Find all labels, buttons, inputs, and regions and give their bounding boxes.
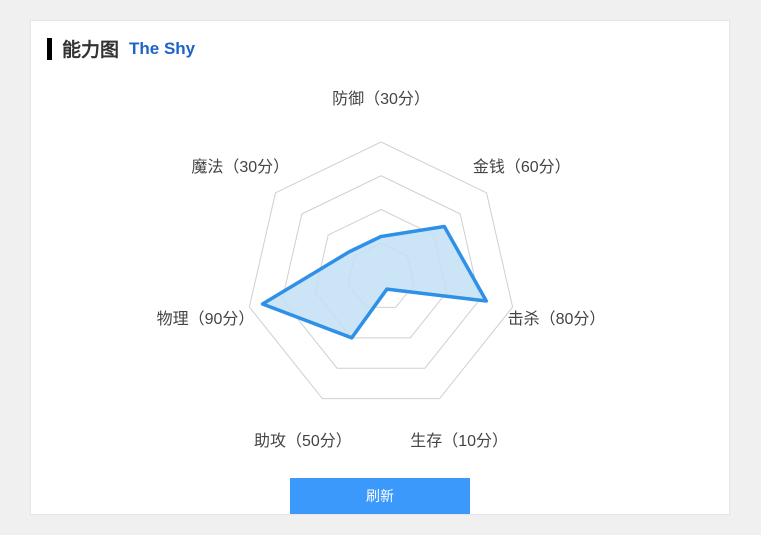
radar-chart: 防御（30分）金钱（60分）击杀（80分）生存（10分）助攻（50分）物理（90…	[31, 72, 729, 472]
card-header: 能力图 The Shy	[31, 21, 729, 72]
refresh-button[interactable]: 刷新	[290, 478, 470, 514]
card-subtitle: The Shy	[129, 39, 195, 59]
card: 能力图 The Shy 防御（30分）金钱（60分）击杀（80分）生存（10分）…	[30, 20, 730, 515]
card-title: 能力图	[62, 35, 119, 62]
button-row: 刷新	[31, 472, 729, 514]
title-accent-bar	[47, 38, 52, 60]
